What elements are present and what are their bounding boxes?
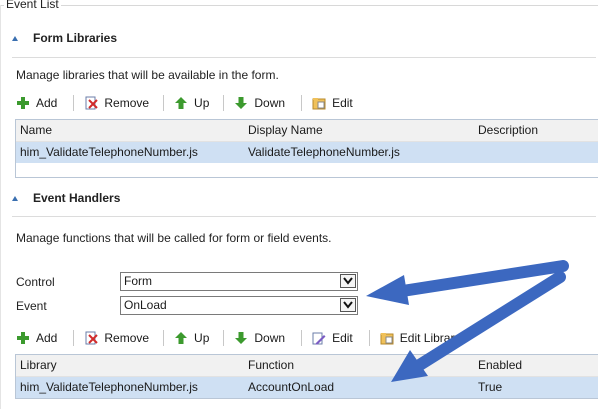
annotation-arrows bbox=[366, 260, 569, 382]
